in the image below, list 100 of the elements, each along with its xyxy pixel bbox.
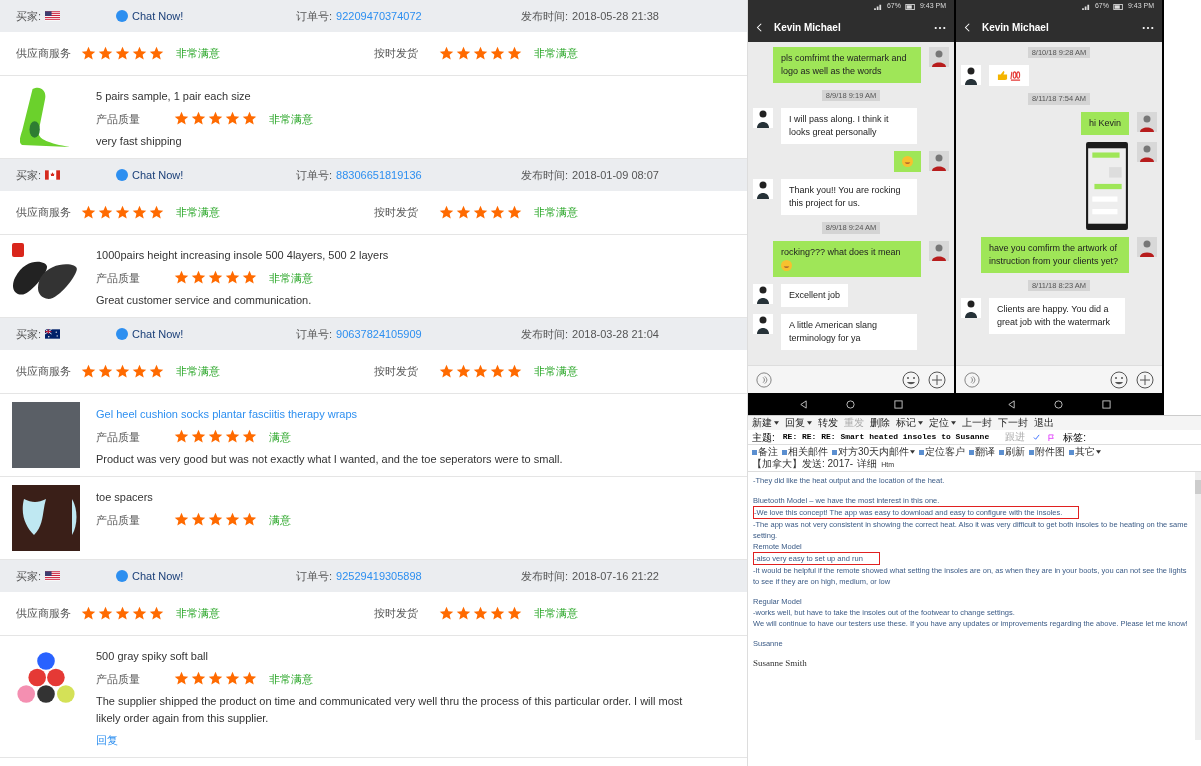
avatar-icon <box>929 151 949 172</box>
rating-verdict: 满意 <box>269 429 291 445</box>
back-triangle-icon[interactable] <box>1007 399 1017 409</box>
smiley-icon[interactable] <box>902 370 920 389</box>
star-icon <box>489 606 505 621</box>
chat-now-link[interactable]: Chat Now! <box>116 166 296 184</box>
star-icon <box>225 429 240 445</box>
toolbar-button[interactable]: 下一封 <box>998 418 1028 428</box>
chat-now-link[interactable]: Chat Now! <box>116 7 296 25</box>
back-icon[interactable] <box>756 22 762 33</box>
star-icon <box>472 606 488 621</box>
flag-icon <box>45 11 61 21</box>
star-icon <box>132 364 147 379</box>
chat-bubble-icon <box>116 570 128 582</box>
product-title: 5 pairs sample, 1 pair each size <box>96 89 251 104</box>
rating-label: 按时发货 <box>373 606 419 622</box>
action-button[interactable]: 附件图 <box>1029 447 1066 457</box>
date-text: 2018-05-28 21:38 <box>572 8 659 24</box>
buyer-label: 买家: <box>16 326 42 342</box>
received-message: A little American slang terminology for ya <box>781 313 917 350</box>
photo-placeholder <box>12 402 80 468</box>
star-icon <box>191 671 206 687</box>
flag-icon <box>45 329 61 339</box>
star-icon <box>191 429 206 445</box>
home-circle-icon[interactable] <box>1054 399 1064 409</box>
star-icon <box>115 46 130 61</box>
back-icon[interactable] <box>964 22 970 33</box>
star-icon <box>149 606 164 621</box>
action-button[interactable]: 刷新 <box>999 447 1026 457</box>
rating-label: 按时发货 <box>373 46 419 62</box>
chat-bubble-icon <box>116 169 128 181</box>
star-icon <box>132 46 147 61</box>
star-icon <box>438 364 454 379</box>
star-icon <box>438 46 454 61</box>
star-icon <box>81 46 96 61</box>
plus-icon[interactable] <box>1136 370 1154 389</box>
chat-now-link[interactable]: Chat Now! <box>116 567 296 585</box>
toolbar-button[interactable]: 转发 <box>818 418 838 428</box>
signature-name: Susanne Smith <box>753 658 808 669</box>
recent-apps-icon[interactable] <box>893 399 903 409</box>
rating-verdict: 非常满意 <box>176 205 220 221</box>
more-icon[interactable] <box>934 25 946 30</box>
action-button[interactable]: 翻译 <box>969 447 996 457</box>
avatar-icon <box>961 65 981 86</box>
signal-icon <box>873 3 883 10</box>
avatar-icon <box>1137 236 1157 257</box>
recent-apps-icon[interactable] <box>1101 399 1111 409</box>
thumbs-up-icon <box>997 70 1008 82</box>
star-icon <box>115 606 130 621</box>
toolbar-button[interactable]: 删除 <box>870 418 890 428</box>
voice-icon[interactable] <box>964 371 980 388</box>
star-icon <box>149 46 164 61</box>
date-text: 2018-01-09 08:07 <box>572 167 659 183</box>
smiley-icon[interactable] <box>1110 370 1128 389</box>
star-icon <box>174 512 189 528</box>
action-button[interactable]: 对方30天内邮件 <box>832 447 916 457</box>
toolbar-button[interactable]: 新建 <box>752 418 779 428</box>
date-label: 发布时间: <box>521 167 569 183</box>
star-icon <box>98 364 113 379</box>
battery-icon <box>1112 3 1124 10</box>
voice-icon[interactable] <box>756 371 772 388</box>
balls-drawing <box>15 649 77 705</box>
avatar-icon <box>1137 111 1157 132</box>
action-button[interactable]: 其它 <box>1069 447 1102 457</box>
toolbar-button[interactable]: 回复 <box>785 418 812 428</box>
chat-now-link[interactable]: Chat Now! <box>116 325 296 343</box>
received-message: Clients are happy. You did a great job with the watermark <box>989 297 1125 334</box>
rating-verdict: 非常满意 <box>533 205 578 221</box>
rating-label: 供应商服务 <box>16 364 72 380</box>
date-label: 发布时间: <box>521 326 569 342</box>
review-comment: very fast shipping <box>96 134 183 149</box>
details-button[interactable]: 详细 <box>857 459 878 469</box>
more-icon[interactable] <box>1142 25 1154 30</box>
action-button[interactable]: 备注 <box>752 447 778 457</box>
star-icon <box>242 111 257 127</box>
signal-icon <box>1081 3 1091 10</box>
toolbar-button[interactable]: 退出 <box>1034 418 1054 428</box>
toolbar-button[interactable]: 标记 <box>896 418 923 428</box>
plus-icon[interactable] <box>928 370 946 389</box>
toolbar-button[interactable]: 定位 <box>929 418 956 428</box>
contact-name: Kevin Michael <box>982 21 1050 35</box>
product-title-link[interactable]: Gel heel cushion socks plantar fasciitis therapy wraps <box>96 406 358 423</box>
star-icon <box>506 364 522 379</box>
star-icon <box>208 111 223 127</box>
flag-icon <box>45 170 61 180</box>
toolbar-button[interactable]: 上一封 <box>962 418 992 428</box>
rating-label: 产品质量 <box>96 270 141 286</box>
action-button[interactable]: 定位客户 <box>919 447 966 457</box>
sent-message: pls comfrimt the watermark and logo as well as the words <box>773 47 921 83</box>
reply-link[interactable]: 回复 <box>96 732 118 749</box>
action-button[interactable]: 相关邮件 <box>782 447 828 457</box>
home-circle-icon[interactable] <box>846 399 856 409</box>
star-icon <box>191 111 206 127</box>
avatar-icon <box>1137 141 1157 162</box>
back-triangle-icon[interactable] <box>799 399 809 409</box>
rating-verdict: 非常满意 <box>176 364 220 380</box>
order-label: 订单号: <box>296 568 333 584</box>
subject-label: 主题: <box>752 430 775 445</box>
star-icon <box>506 606 522 621</box>
flag-marker-icon <box>1048 433 1056 441</box>
